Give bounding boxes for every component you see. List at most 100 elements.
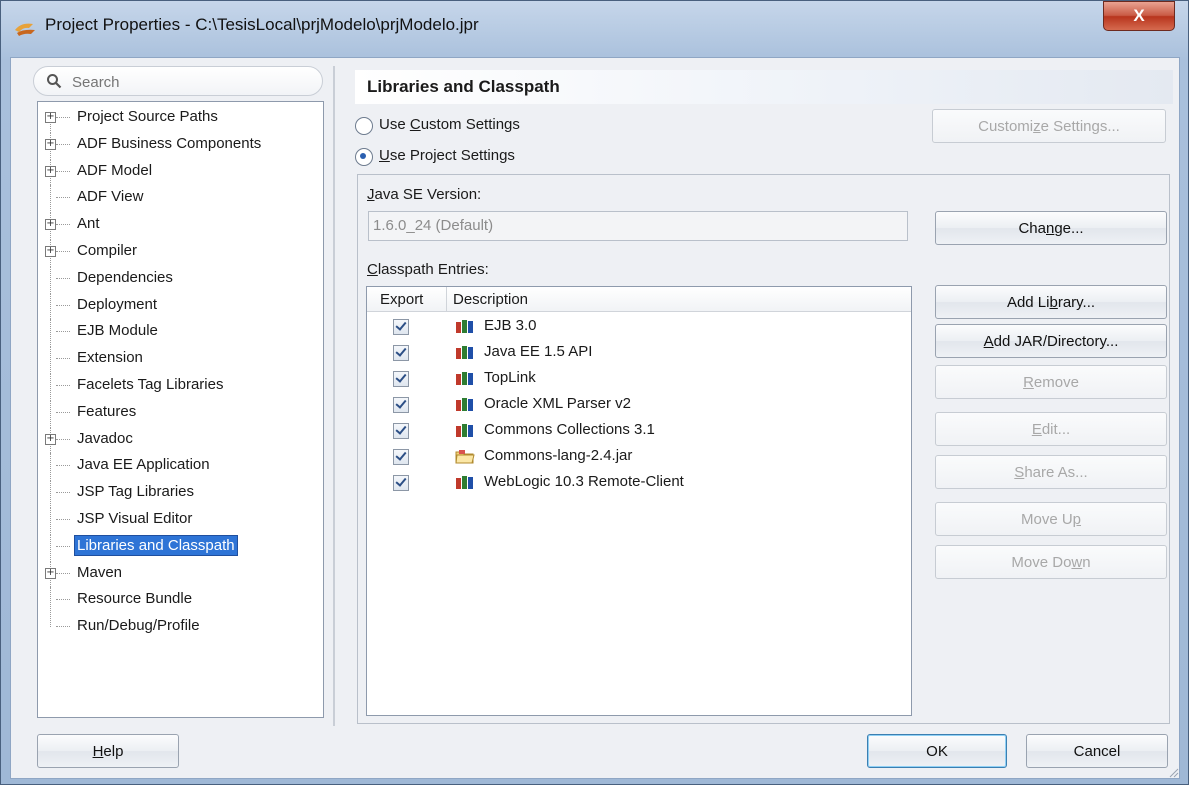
tree-item[interactable]: + ADF Business Components: [38, 131, 323, 158]
expand-icon[interactable]: +: [45, 219, 56, 231]
export-checkbox[interactable]: [393, 449, 409, 465]
expand-icon[interactable]: +: [45, 165, 56, 177]
library-description: WebLogic 10.3 Remote-Client: [484, 473, 684, 490]
tree-item-label[interactable]: Features: [75, 402, 138, 421]
close-button[interactable]: X: [1103, 1, 1175, 31]
tree-item[interactable]: + Project Source Paths: [38, 105, 323, 131]
tree-item[interactable]: + Javadoc: [38, 426, 323, 453]
java-se-version-field: 1.6.0_24 (Default): [368, 211, 908, 241]
search-input[interactable]: [70, 71, 310, 93]
tree-item[interactable]: + ADF Model: [38, 158, 323, 185]
remove-button[interactable]: Remove: [935, 365, 1167, 399]
expand-icon[interactable]: +: [45, 246, 56, 257]
tree-item[interactable]: + Compiler: [38, 239, 323, 265]
classpath-entries-table[interactable]: Export Description EJB 3.0 Java EE 1.5 AP…: [366, 286, 912, 716]
tree-connector: [50, 507, 52, 533]
dialog-client-area: + Project Source Paths + ADF Business Compo…: [10, 57, 1180, 779]
library-icon: [456, 476, 473, 489]
use-custom-settings-label[interactable]: Use Custom Settings: [379, 116, 520, 133]
table-row[interactable]: Oracle XML Parser v2: [367, 392, 911, 418]
add-jar-directory-button[interactable]: Add JAR/Directory...: [935, 324, 1167, 358]
title-bar[interactable]: Project Properties - C:\TesisLocal\prjMo…: [1, 1, 1189, 57]
tree-item-label[interactable]: Project Source Paths: [75, 107, 220, 126]
expand-icon[interactable]: +: [45, 567, 56, 579]
tree-item-label[interactable]: Java EE Application: [75, 455, 212, 474]
tree-item[interactable]: Dependencies: [38, 265, 323, 292]
tree-item[interactable]: + Maven: [38, 560, 323, 587]
tree-connector: [50, 292, 52, 319]
tree-item-label[interactable]: Resource Bundle: [75, 589, 194, 608]
tree-item[interactable]: Extension: [38, 346, 323, 373]
table-row[interactable]: WebLogic 10.3 Remote-Client: [367, 470, 911, 496]
tree-item[interactable]: Java EE Application: [38, 453, 323, 480]
tree-item-label[interactable]: Libraries and Classpath: [74, 534, 238, 556]
export-checkbox[interactable]: [393, 397, 409, 413]
tree-item-label[interactable]: Extension: [75, 348, 145, 367]
tree-item-label[interactable]: Compiler: [75, 241, 139, 260]
column-header-export[interactable]: Export: [380, 291, 423, 308]
edit-button[interactable]: Edit...: [935, 412, 1167, 446]
tree-item-label[interactable]: Run/Debug/Profile: [75, 616, 202, 635]
tree-item-label[interactable]: Dependencies: [75, 268, 175, 287]
help-button[interactable]: Help: [37, 734, 179, 768]
tree-item[interactable]: Facelets Tag Libraries: [38, 373, 323, 399]
move-up-button[interactable]: Move Up: [935, 502, 1167, 536]
table-row[interactable]: Commons-lang-2.4.jar: [367, 444, 911, 470]
tree-item[interactable]: Libraries and Classpath: [38, 533, 323, 560]
tree-item-label[interactable]: JSP Tag Libraries: [75, 482, 196, 501]
tree-item-label[interactable]: JSP Visual Editor: [75, 509, 194, 528]
library-description: Java EE 1.5 API: [484, 343, 593, 360]
tree-connector: [50, 265, 52, 292]
export-checkbox[interactable]: [393, 423, 409, 439]
tree-item[interactable]: + Ant: [38, 212, 323, 239]
table-row[interactable]: TopLink: [367, 366, 911, 392]
tree-item[interactable]: Run/Debug/Profile: [38, 614, 323, 640]
tree-item[interactable]: JSP Visual Editor: [38, 507, 323, 533]
resize-grip-icon[interactable]: [1167, 766, 1179, 778]
tree-item[interactable]: Features: [38, 399, 323, 426]
tree-item[interactable]: JSP Tag Libraries: [38, 480, 323, 507]
library-icon: [456, 372, 473, 385]
expand-icon[interactable]: +: [45, 138, 56, 150]
tree-connector: [56, 224, 70, 226]
tree-item-label[interactable]: ADF Business Components: [75, 134, 263, 153]
tree-item-label[interactable]: ADF Model: [75, 161, 154, 180]
tree-item-label[interactable]: Ant: [75, 214, 102, 233]
expand-icon[interactable]: +: [45, 433, 56, 445]
tree-item[interactable]: ADF View: [38, 185, 323, 212]
tree-item-label[interactable]: Javadoc: [75, 429, 135, 448]
tree-item-label[interactable]: EJB Module: [75, 321, 160, 340]
tree-item-label[interactable]: ADF View: [75, 187, 145, 206]
cancel-button[interactable]: Cancel: [1026, 734, 1168, 768]
tree-item-label[interactable]: Facelets Tag Libraries: [75, 375, 225, 394]
add-library-button[interactable]: Add Li b rary...: [935, 285, 1167, 319]
tree-item-label[interactable]: Maven: [75, 563, 124, 582]
export-checkbox[interactable]: [393, 475, 409, 491]
table-row[interactable]: Commons Collections 3.1: [367, 418, 911, 444]
ok-button[interactable]: OK: [867, 734, 1007, 768]
tree-item[interactable]: EJB Module: [38, 319, 323, 346]
export-checkbox[interactable]: [393, 319, 409, 335]
export-checkbox[interactable]: [393, 371, 409, 387]
use-custom-settings-radio[interactable]: [355, 117, 373, 135]
tree-connector: [50, 346, 52, 373]
share-as-button[interactable]: Share As...: [935, 455, 1167, 489]
export-checkbox[interactable]: [393, 345, 409, 361]
expand-icon[interactable]: +: [45, 112, 56, 123]
customize-settings-button[interactable]: Customi z e Settings...: [932, 109, 1166, 143]
library-icon: [456, 346, 473, 359]
move-down-button[interactable]: Move Do w n: [935, 545, 1167, 579]
tree-item[interactable]: Resource Bundle: [38, 587, 323, 614]
use-project-settings-radio[interactable]: [355, 148, 373, 166]
column-separator[interactable]: [446, 287, 447, 312]
use-project-settings-label[interactable]: Use Project Settings: [379, 147, 515, 164]
library-icon: [456, 424, 473, 437]
column-header-description[interactable]: Description: [453, 291, 528, 308]
change-button[interactable]: Cha n ge...: [935, 211, 1167, 245]
tree-item-label[interactable]: Deployment: [75, 295, 159, 314]
search-box[interactable]: [33, 66, 323, 96]
splitter[interactable]: [333, 66, 335, 726]
table-row[interactable]: Java EE 1.5 API: [367, 340, 911, 366]
tree-item[interactable]: Deployment: [38, 292, 323, 319]
table-row[interactable]: EJB 3.0: [367, 314, 911, 340]
